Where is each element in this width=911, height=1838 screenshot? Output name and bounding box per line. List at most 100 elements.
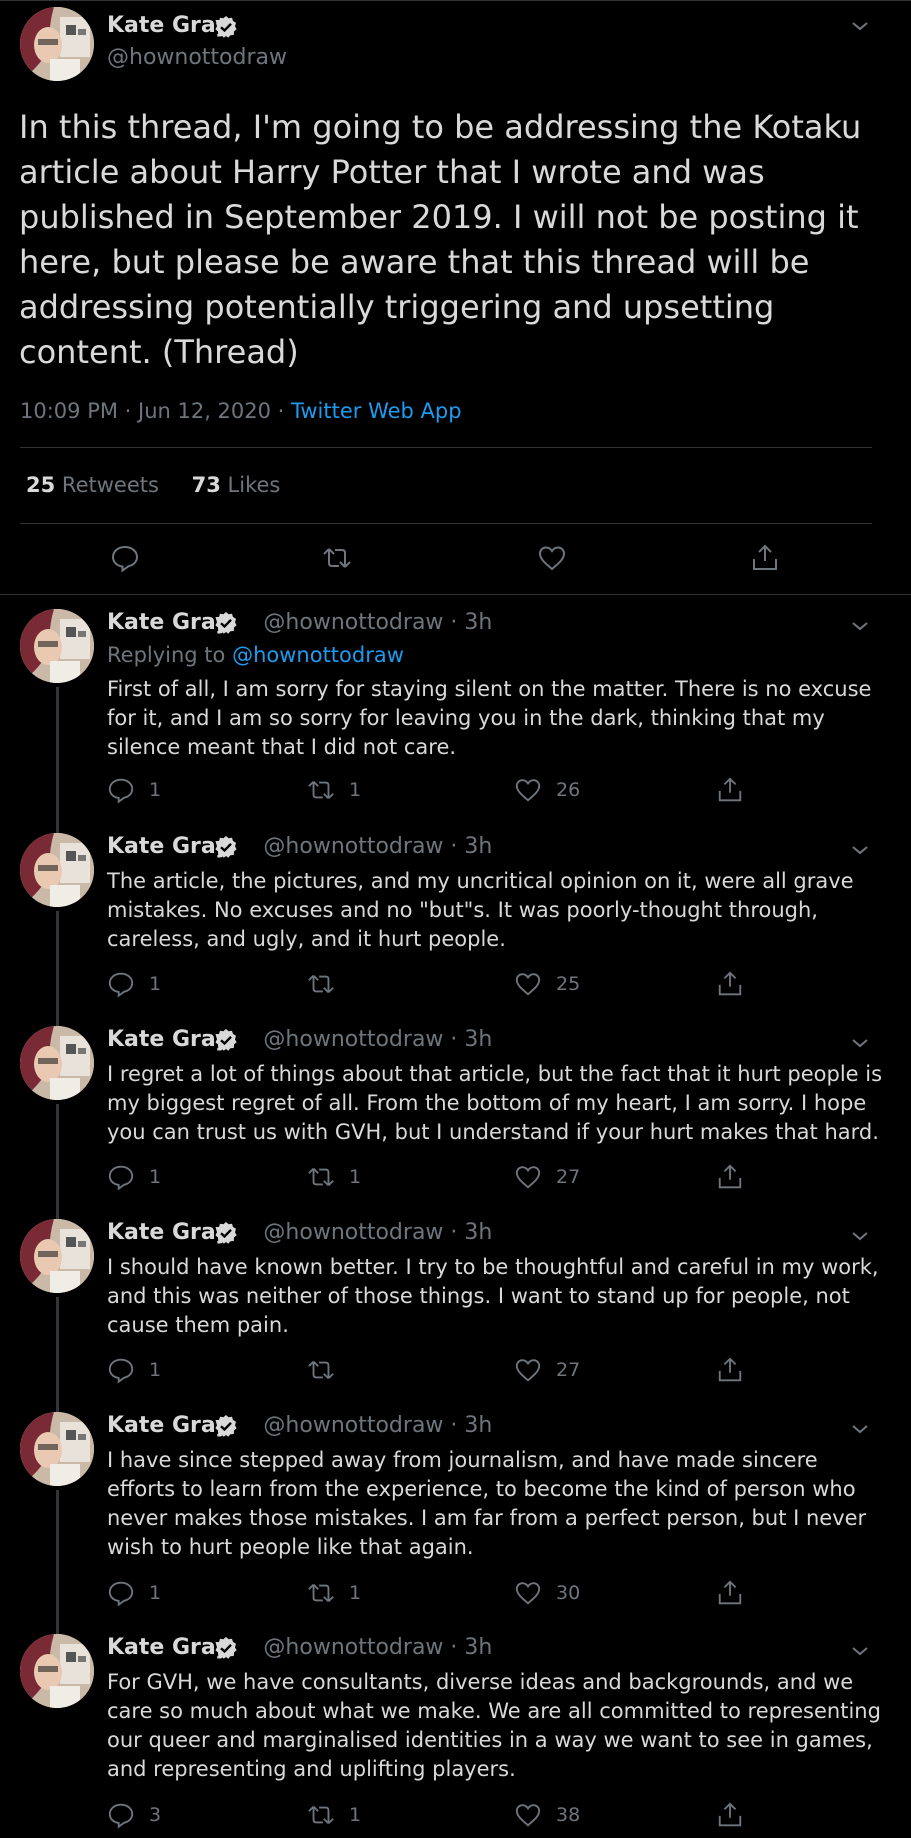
avatar[interactable] (20, 1412, 94, 1486)
share-icon (718, 777, 742, 802)
like-button[interactable]: 26 (514, 775, 580, 805)
reply-button[interactable]: 1 (107, 1355, 161, 1385)
reply-button[interactable]: 3 (107, 1800, 161, 1830)
reply-count: 1 (149, 1359, 162, 1381)
share-button[interactable] (716, 1800, 758, 1830)
avatar[interactable] (20, 7, 94, 81)
author-name[interactable]: Kate Gray (107, 610, 229, 635)
avatar[interactable] (20, 1634, 94, 1708)
replying-to: Replying to @hownottodraw (107, 643, 404, 667)
avatar[interactable] (20, 1219, 94, 1293)
reply-icon[interactable] (110, 543, 140, 573)
share-icon[interactable] (750, 543, 780, 573)
author-handle-time[interactable]: @hownottodraw · 3h (263, 610, 492, 635)
like-count: 27 (556, 1359, 581, 1381)
author-handle-time[interactable]: @hownottodraw · 3h (263, 1413, 492, 1438)
share-icon (718, 971, 742, 996)
author-handle-time[interactable]: @hownottodraw · 3h (263, 1220, 492, 1245)
like-count: 27 (556, 1166, 581, 1188)
share-button[interactable] (716, 775, 758, 805)
chevron-down-icon[interactable] (849, 839, 871, 861)
like-button[interactable]: 38 (514, 1800, 580, 1830)
retweets-stat[interactable]: 25 Retweets (26, 473, 159, 497)
verified-badge-icon (215, 836, 237, 858)
reply-tweet[interactable]: Kate Gray @hownottodraw · 3h First of all… (0, 595, 911, 833)
reply-tweet[interactable]: Kate Gray @hownottodraw · 3h I should hav… (0, 1205, 911, 1412)
reply-tweet[interactable]: Kate Gray @hownottodraw · 3h For GVH, we … (0, 1620, 911, 1838)
retweet-icon (308, 780, 334, 800)
reply-tweet[interactable]: Kate Gray @hownottodraw · 3h The article,… (0, 819, 911, 1026)
like-button[interactable]: 30 (514, 1578, 580, 1608)
replying-to-link[interactable]: @hownottodraw (232, 643, 404, 667)
avatar[interactable] (20, 833, 94, 907)
reply-icon (108, 1358, 134, 1384)
retweet-icon (308, 1805, 334, 1825)
like-button[interactable]: 25 (514, 969, 580, 999)
reply-button[interactable]: 1 (107, 1578, 161, 1608)
author-name[interactable]: Kate Gray (107, 1220, 229, 1245)
reply-text: I have since stepped away from journalis… (107, 1448, 867, 1559)
reply-actions: 1 25 (107, 969, 807, 999)
share-button[interactable] (716, 1578, 758, 1608)
author-name[interactable]: Kate Gray (107, 13, 229, 38)
share-icon (718, 1580, 742, 1605)
share-button[interactable] (716, 1162, 758, 1192)
author-name[interactable]: Kate Gray (107, 1413, 229, 1438)
avatar[interactable] (20, 609, 94, 683)
chevron-down-icon[interactable] (849, 1032, 871, 1054)
retweet-button[interactable]: 1 (307, 1578, 361, 1608)
share-icon (718, 1357, 742, 1382)
chevron-down-icon[interactable] (849, 615, 871, 637)
reply-button[interactable]: 1 (107, 969, 161, 999)
author-handle-time[interactable]: @hownottodraw · 3h (263, 1027, 492, 1052)
author-handle-time[interactable]: @hownottodraw · 3h (263, 834, 492, 859)
retweet-icon[interactable] (322, 543, 352, 573)
reply-button[interactable]: 1 (107, 775, 161, 805)
avatar[interactable] (20, 1026, 94, 1100)
chevron-down-icon[interactable] (849, 15, 871, 37)
verified-badge-icon (215, 1222, 237, 1244)
chevron-down-icon[interactable] (849, 1225, 871, 1247)
verified-badge-icon (215, 1029, 237, 1051)
reply-actions: 1 1 30 (107, 1578, 807, 1608)
thread-connector-line (56, 1490, 59, 1634)
retweet-icon (308, 974, 334, 994)
like-icon (515, 973, 541, 996)
retweet-button[interactable] (307, 1355, 349, 1385)
share-button[interactable] (716, 1355, 758, 1385)
likes-stat[interactable]: 73 Likes (192, 473, 281, 497)
retweet-icon (308, 1167, 334, 1187)
retweet-button[interactable]: 1 (307, 775, 361, 805)
reply-tweet[interactable]: Kate Gray @hownottodraw · 3h I regret a l… (0, 1012, 911, 1219)
author-handle-time[interactable]: @hownottodraw · 3h (263, 1635, 492, 1660)
chevron-down-icon[interactable] (849, 1418, 871, 1440)
reply-text: For GVH, we have consultants, diverse id… (107, 1670, 881, 1781)
reply-button[interactable]: 1 (107, 1162, 161, 1192)
tweet-stats: 25 Retweets 73 Likes (26, 473, 280, 497)
author-name[interactable]: Kate Gray (107, 834, 229, 859)
retweet-button[interactable]: 1 (307, 1800, 361, 1830)
tweet-timestamp[interactable]: 10:09 PM · Jun 12, 2020 · (20, 399, 291, 423)
author-handle[interactable]: @hownottodraw (107, 45, 287, 70)
verified-badge-icon (215, 1415, 237, 1437)
like-button[interactable]: 27 (514, 1162, 580, 1192)
like-button[interactable]: 27 (514, 1355, 580, 1385)
reply-count: 3 (149, 1804, 162, 1826)
retweet-count: 1 (349, 1166, 362, 1188)
like-icon (515, 779, 541, 802)
author-name[interactable]: Kate Gray (107, 1027, 229, 1052)
chevron-down-icon[interactable] (849, 1640, 871, 1662)
reply-icon (108, 972, 134, 998)
reply-tweet[interactable]: Kate Gray @hownottodraw · 3h I have since… (0, 1398, 911, 1634)
tweet-source-app[interactable]: Twitter Web App (291, 399, 462, 423)
reply-header: Kate Gray @hownottodraw · 3h (107, 610, 492, 635)
like-icon[interactable] (537, 543, 567, 573)
like-count: 25 (556, 973, 581, 995)
share-button[interactable] (716, 969, 758, 999)
reply-actions: 1 1 26 (107, 775, 807, 805)
author-name[interactable]: Kate Gray (107, 1635, 229, 1660)
retweet-button[interactable]: 1 (307, 1162, 361, 1192)
reply-header: Kate Gray @hownottodraw · 3h (107, 1413, 492, 1438)
reply-header: Kate Gray @hownottodraw · 3h (107, 1027, 492, 1052)
retweet-button[interactable] (307, 969, 349, 999)
